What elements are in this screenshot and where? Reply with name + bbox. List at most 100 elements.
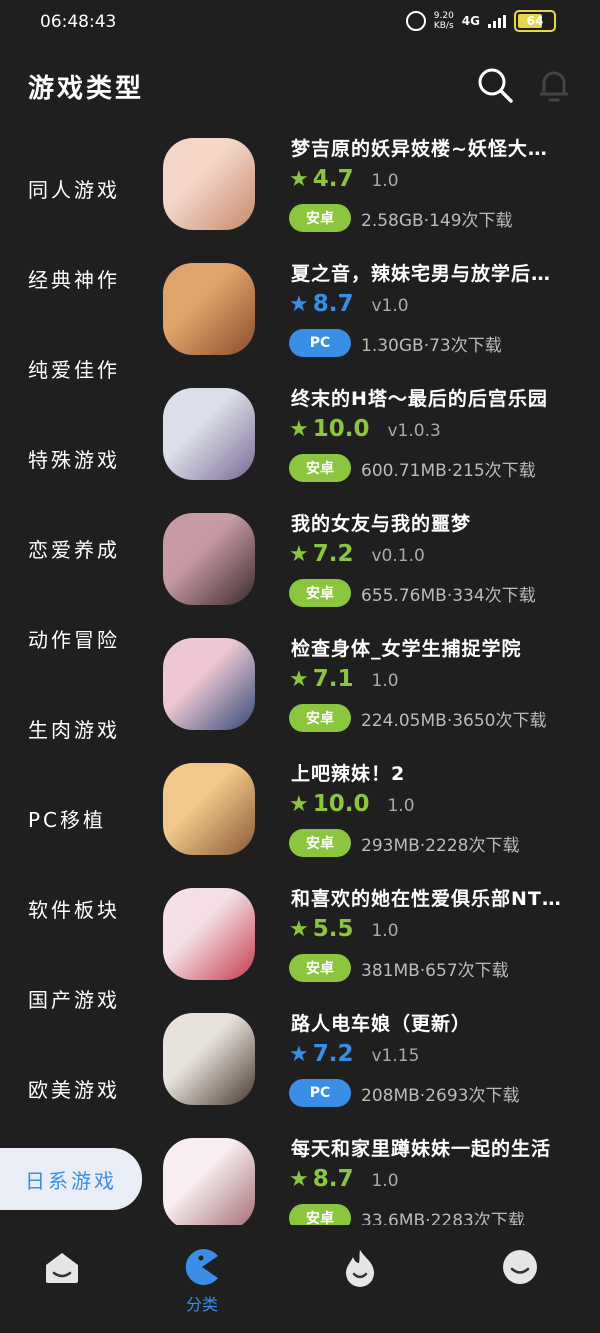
fire-icon bbox=[346, 1250, 374, 1287]
game-thumbnail[interactable] bbox=[163, 888, 255, 980]
game-stats: 1.30GB·73次下载 bbox=[361, 335, 502, 356]
game-meta: 安卓 293MB·2228次下载 bbox=[289, 829, 519, 857]
game-version: v1.0 bbox=[371, 296, 409, 316]
sidebar-item-romance[interactable]: 恋爱养成 bbox=[0, 517, 142, 579]
search-icon[interactable] bbox=[476, 66, 514, 104]
game-score: 5.5 bbox=[312, 916, 354, 942]
platform-badge: 安卓 bbox=[289, 579, 351, 607]
sidebar-item-doujin[interactable]: 同人游戏 bbox=[0, 157, 142, 219]
sidebar-item-domestic[interactable]: 国产游戏 bbox=[0, 967, 142, 1029]
game-title[interactable]: 梦吉原的妖异妓楼~妖怪大… bbox=[291, 134, 591, 161]
game-thumbnail[interactable] bbox=[163, 1013, 255, 1105]
game-title[interactable]: 检查身体_女学生捕捉学院 bbox=[291, 634, 591, 661]
game-version: v0.1.0 bbox=[371, 546, 425, 566]
game-score: 7.2 bbox=[312, 541, 354, 567]
game-version: 1.0 bbox=[387, 796, 415, 816]
platform-badge: 安卓 bbox=[289, 204, 351, 232]
sidebar-item-action[interactable]: 动作冒险 bbox=[0, 607, 142, 669]
sidebar-item-japanese[interactable]: 日系游戏 bbox=[0, 1148, 142, 1210]
game-thumbnail[interactable] bbox=[163, 513, 255, 605]
game-stats: 600.71MB·215次下载 bbox=[361, 460, 536, 481]
bottom-tab-bar: 分类 bbox=[0, 1233, 600, 1333]
network-type: 4G bbox=[461, 14, 480, 28]
alarm-icon bbox=[405, 11, 426, 31]
game-meta: 安卓 2.58GB·149次下载 bbox=[289, 204, 513, 232]
game-list-item[interactable]: 上吧辣妹！2 ★ 10.0 1.0 安卓 293MB·2228次下载 bbox=[160, 755, 600, 880]
game-title[interactable]: 夏之音，辣妹宅男与放学后… bbox=[291, 259, 591, 286]
category-icon bbox=[185, 1249, 218, 1285]
battery-icon: 64 bbox=[514, 10, 556, 32]
game-meta: PC 208MB·2693次下载 bbox=[289, 1079, 519, 1107]
game-score: 10.0 bbox=[312, 791, 370, 817]
game-version: v1.15 bbox=[371, 1046, 420, 1066]
tab-category[interactable]: 分类 bbox=[162, 1247, 242, 1317]
game-list-item[interactable]: 路人电车娘（更新） ★ 7.2 v1.15 PC 208MB·2693次下载 bbox=[160, 1005, 600, 1130]
game-title[interactable]: 我的女友与我的噩梦 bbox=[291, 509, 591, 536]
game-stats: 208MB·2693次下载 bbox=[361, 1085, 520, 1106]
game-rating: ★ 8.7 1.0 bbox=[289, 1166, 399, 1192]
game-thumbnail[interactable] bbox=[163, 638, 255, 730]
game-meta: 安卓 655.76MB·334次下载 bbox=[289, 579, 536, 607]
sidebar-item-software[interactable]: 软件板块 bbox=[0, 877, 142, 939]
game-version: 1.0 bbox=[371, 1171, 399, 1191]
game-thumbnail[interactable] bbox=[163, 263, 255, 355]
game-stats: 224.05MB·3650次下载 bbox=[361, 710, 547, 731]
battery-level: 64 bbox=[526, 14, 544, 28]
game-title[interactable]: 每天和家里蹲妹妹一起的生活 bbox=[291, 1134, 591, 1161]
sidebar-item-pc-port[interactable]: PC移植 bbox=[0, 787, 142, 849]
game-thumbnail[interactable] bbox=[163, 763, 255, 855]
platform-badge: 安卓 bbox=[289, 1204, 351, 1225]
sidebar-item-raw[interactable]: 生肉游戏 bbox=[0, 697, 142, 759]
tab-hot[interactable] bbox=[320, 1247, 400, 1317]
status-time: 06:48:43 bbox=[40, 12, 117, 32]
game-score: 8.7 bbox=[312, 1166, 354, 1192]
tab-home[interactable] bbox=[22, 1247, 102, 1317]
platform-badge: 安卓 bbox=[289, 954, 351, 982]
game-title[interactable]: 上吧辣妹！2 bbox=[291, 759, 591, 786]
sidebar-item-western[interactable]: 欧美游戏 bbox=[0, 1057, 142, 1119]
sidebar-item-classic[interactable]: 经典神作 bbox=[0, 247, 142, 309]
bell-icon[interactable] bbox=[536, 66, 572, 104]
sidebar-item-special[interactable]: 特殊游戏 bbox=[0, 427, 142, 489]
game-title[interactable]: 终末的H塔～最后的后宫乐园 bbox=[291, 384, 591, 411]
game-list-item[interactable]: 检查身体_女学生捕捉学院 ★ 7.1 1.0 安卓 224.05MB·3650次下载 bbox=[160, 630, 600, 755]
profile-icon bbox=[503, 1250, 537, 1284]
tab-profile[interactable] bbox=[480, 1247, 560, 1317]
platform-badge: 安卓 bbox=[289, 829, 351, 857]
game-title[interactable]: 和喜欢的她在性爱俱乐部NT… bbox=[291, 884, 591, 911]
game-score: 4.7 bbox=[312, 166, 354, 192]
game-list-item[interactable]: 夏之音，辣妹宅男与放学后… ★ 8.7 v1.0 PC 1.30GB·73次下载 bbox=[160, 255, 600, 380]
game-score: 7.1 bbox=[312, 666, 354, 692]
game-thumbnail[interactable] bbox=[163, 388, 255, 480]
game-list-item[interactable]: 终末的H塔～最后的后宫乐园 ★ 10.0 v1.0.3 安卓 600.71MB·215次下… bbox=[160, 380, 600, 505]
game-version: v1.0.3 bbox=[387, 421, 441, 441]
header: 游戏类型 bbox=[0, 58, 600, 118]
game-stats: 381MB·657次下载 bbox=[361, 960, 509, 981]
game-meta: 安卓 33.6MB·2283次下载 bbox=[289, 1204, 525, 1225]
game-thumbnail[interactable] bbox=[163, 1138, 255, 1225]
game-list-item[interactable]: 和喜欢的她在性爱俱乐部NT… ★ 5.5 1.0 安卓 381MB·657次下载 bbox=[160, 880, 600, 1005]
game-list-item[interactable]: 每天和家里蹲妹妹一起的生活 ★ 8.7 1.0 安卓 33.6MB·2283次下载 bbox=[160, 1130, 600, 1225]
star-icon: ★ bbox=[289, 1167, 309, 1192]
game-stats: 293MB·2228次下载 bbox=[361, 835, 520, 856]
game-meta: 安卓 381MB·657次下载 bbox=[289, 954, 509, 982]
game-rating: ★ 10.0 v1.0.3 bbox=[289, 416, 441, 442]
sidebar-item-pure-love[interactable]: 纯爱佳作 bbox=[0, 337, 142, 399]
star-icon: ★ bbox=[289, 292, 309, 317]
game-list-item[interactable]: 我的女友与我的噩梦 ★ 7.2 v0.1.0 安卓 655.76MB·334次下载 bbox=[160, 505, 600, 630]
star-icon: ★ bbox=[289, 667, 309, 692]
page-title: 游戏类型 bbox=[28, 74, 145, 104]
game-rating: ★ 7.2 v1.15 bbox=[289, 1041, 419, 1067]
platform-badge: 安卓 bbox=[289, 704, 351, 732]
game-list[interactable]: 梦吉原的妖异妓楼~妖怪大… ★ 4.7 1.0 安卓 2.58GB·149次下载夏之音，辣… bbox=[160, 130, 600, 1225]
star-icon: ★ bbox=[289, 792, 309, 817]
game-list-item[interactable]: 梦吉原的妖异妓楼~妖怪大… ★ 4.7 1.0 安卓 2.58GB·149次下载 bbox=[160, 130, 600, 255]
game-stats: 33.6MB·2283次下载 bbox=[361, 1210, 525, 1226]
game-stats: 2.58GB·149次下载 bbox=[361, 210, 513, 231]
game-rating: ★ 7.2 v0.1.0 bbox=[289, 541, 425, 567]
game-title[interactable]: 路人电车娘（更新） bbox=[291, 1009, 591, 1036]
game-thumbnail[interactable] bbox=[163, 138, 255, 230]
tab-category-label: 分类 bbox=[185, 1295, 218, 1314]
game-rating: ★ 5.5 1.0 bbox=[289, 916, 399, 942]
game-score: 8.7 bbox=[312, 291, 354, 317]
